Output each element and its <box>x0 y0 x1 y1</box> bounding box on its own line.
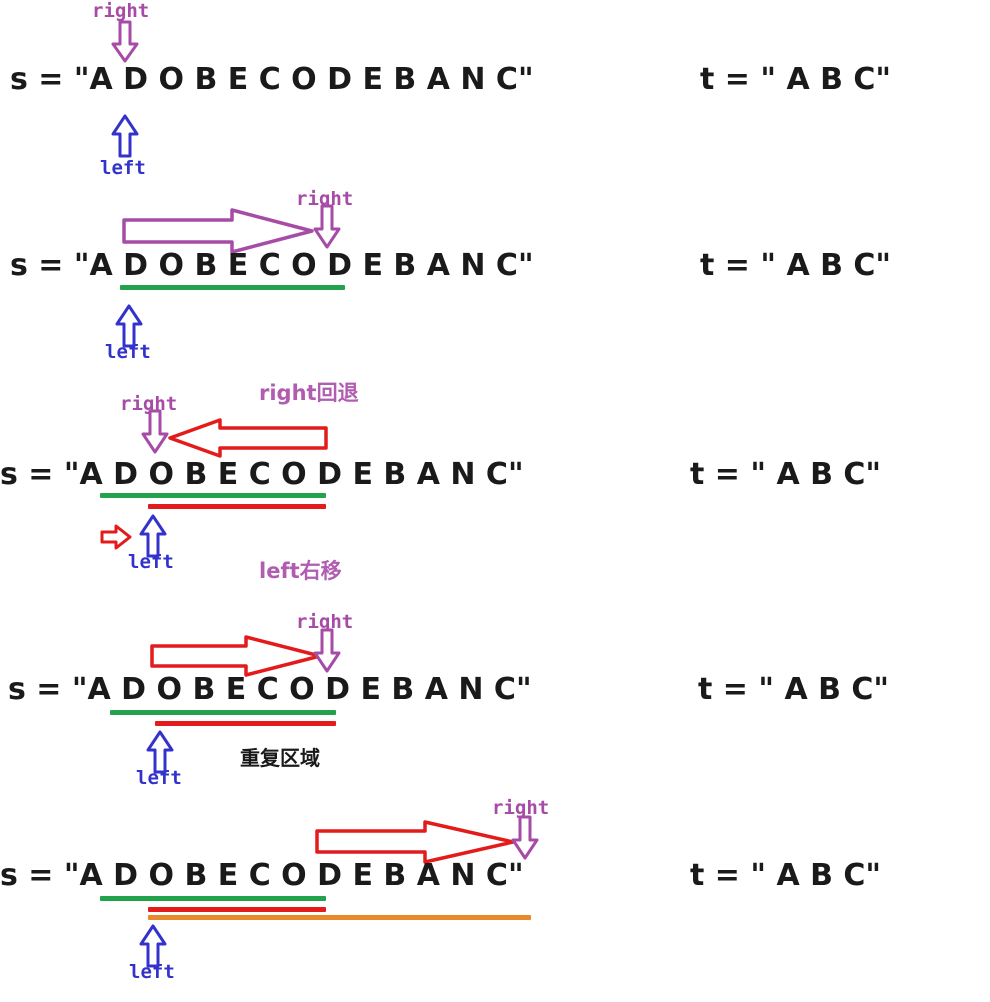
t-string-expression: t = " A B C" <box>690 858 882 893</box>
s-string-expression: s = "A D O B E C O D E B A N C" <box>10 62 534 97</box>
diagram-canvas: right s = "A D O B E C O D E B A N C" t … <box>0 0 990 1002</box>
s-string-expression: s = "A D O B E C O D E B A N C" <box>10 248 534 283</box>
s-string-expression: s = "A D O B E C O D E B A N C" <box>0 858 524 893</box>
t-string-expression: t = " A B C" <box>700 62 892 97</box>
left-pointer-label: left <box>100 157 146 179</box>
window-underline-orange <box>148 915 531 920</box>
window-underline-red <box>148 504 326 509</box>
left-pointer-label: left <box>136 767 182 789</box>
window-underline-red <box>148 907 326 912</box>
right-pointer-down-arrow-icon <box>141 409 169 454</box>
s-string-expression: s = "A D O B E C O D E B A N C" <box>0 457 524 492</box>
right-pointer-down-arrow-icon <box>313 628 341 673</box>
s-string-expression: s = "A D O B E C O D E B A N C" <box>8 672 532 707</box>
t-string-expression: t = " A B C" <box>690 457 882 492</box>
t-string-expression: t = " A B C" <box>700 248 892 283</box>
right-pointer-down-arrow-icon <box>313 204 341 249</box>
left-pointer-label: left <box>128 551 174 573</box>
left-pointer-label: left <box>105 341 151 363</box>
right-retreat-note: right回退 <box>259 381 359 405</box>
right-pointer-label: right <box>92 0 150 22</box>
left-shift-right-note: left右移 <box>259 559 342 583</box>
window-underline-green <box>110 710 336 715</box>
window-underline-green <box>120 285 345 290</box>
t-string-expression: t = " A B C" <box>698 672 890 707</box>
window-underline-red <box>155 721 336 726</box>
right-move-red-arrow-icon <box>150 635 322 677</box>
window-underline-green <box>100 896 326 901</box>
right-retreat-red-arrow-icon <box>168 418 328 458</box>
right-pointer-down-arrow-icon <box>111 20 139 63</box>
left-pointer-up-arrow-icon <box>111 114 139 158</box>
left-pointer-label: left <box>129 961 175 983</box>
duplicate-region-note: 重复区域 <box>240 746 320 770</box>
right-pointer-down-arrow-icon <box>511 815 539 860</box>
window-underline-green <box>100 493 326 498</box>
left-shift-small-red-arrow-icon <box>100 524 132 550</box>
